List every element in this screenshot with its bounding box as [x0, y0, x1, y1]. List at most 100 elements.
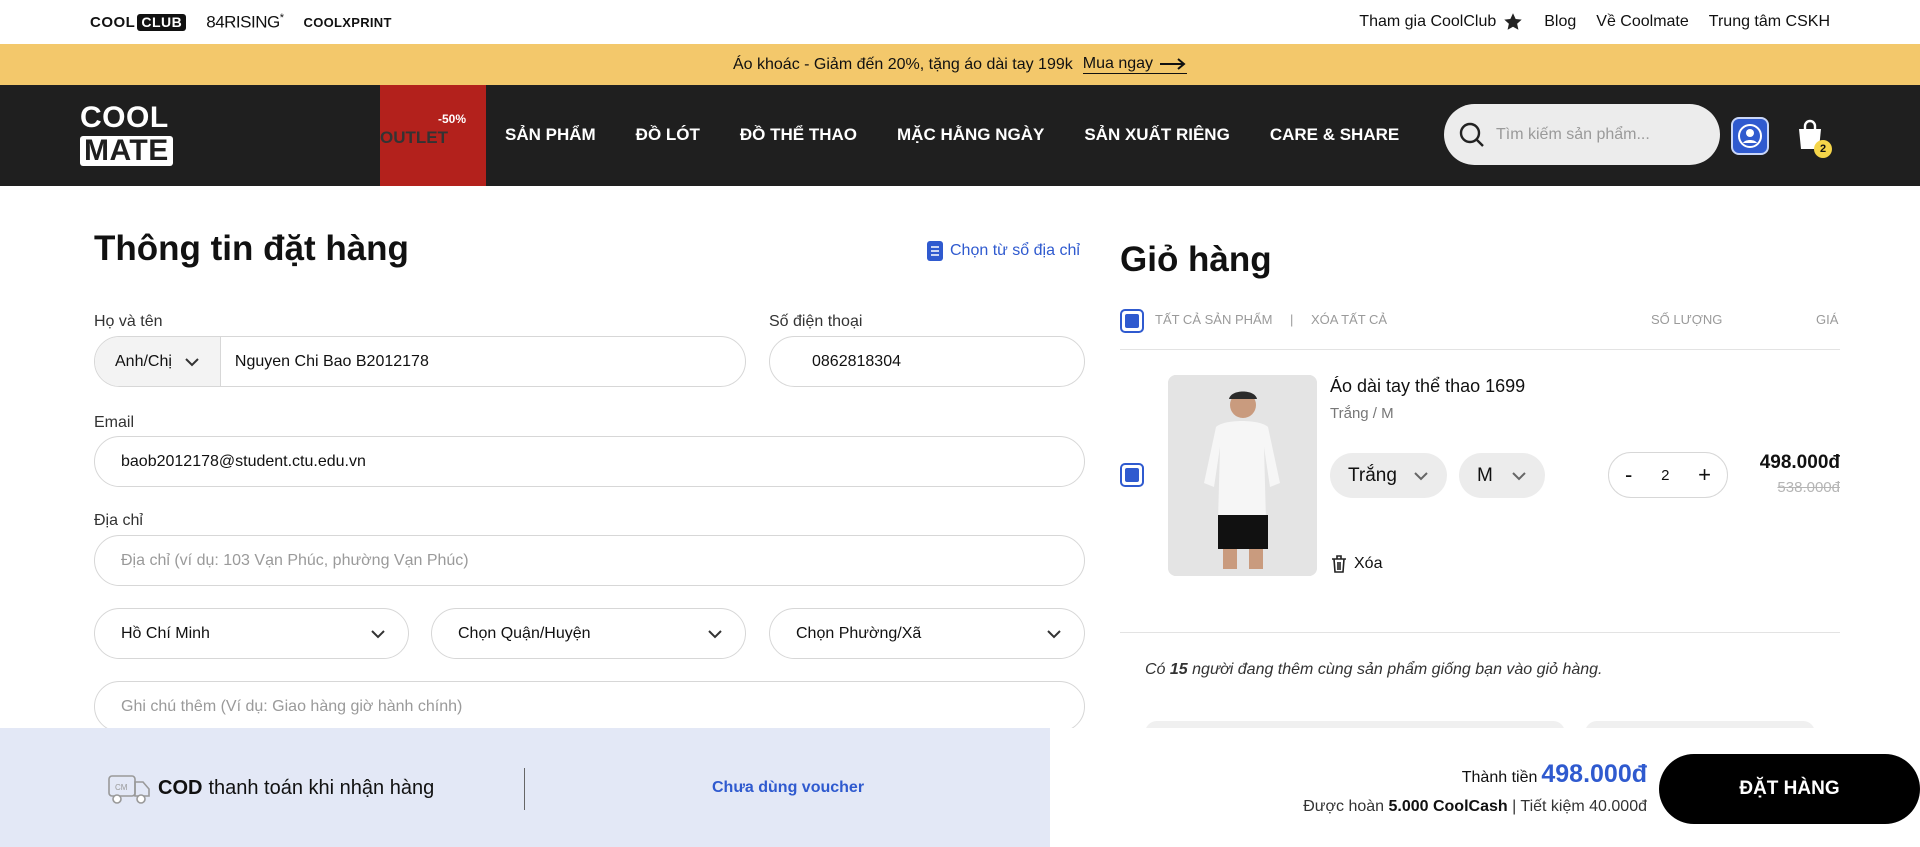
cashback-separator: |: [1512, 798, 1517, 815]
shop-now-label: Mua ngay: [1082, 55, 1154, 72]
remove-item-button[interactable]: Xóa: [1330, 554, 1382, 574]
coolclub-brand-link[interactable]: COOL CLUB: [90, 13, 187, 31]
item-checkbox[interactable]: [1120, 463, 1144, 487]
note-prefix: Có: [1145, 661, 1166, 678]
district-select[interactable]: Chọn Quận/Huyện: [431, 608, 746, 659]
outlet-menu-item[interactable]: -50% OUTLET: [380, 85, 486, 186]
main-nav: COOL MATE -50% OUTLET SẢN PHẨM ĐỒ LÓT ĐỒ…: [0, 85, 1920, 186]
84rising-text: 84RISING: [206, 12, 280, 32]
logo-line-1: COOL: [80, 101, 169, 134]
ward-select[interactable]: Chọn Phường/Xã: [769, 608, 1085, 659]
address-input[interactable]: [121, 551, 1084, 570]
place-order-button[interactable]: ĐẶT HÀNG: [1659, 754, 1920, 824]
item-old-price: 538.000đ: [1777, 479, 1840, 496]
join-coolclub-label: Tham gia CoolClub: [1359, 13, 1497, 30]
coolmate-logo[interactable]: COOL MATE: [80, 103, 176, 166]
menu-item-care-share[interactable]: CARE & SHARE: [1270, 125, 1399, 145]
product-name[interactable]: Áo dài tay thể thao 1699: [1330, 376, 1525, 397]
city-value: Hồ Chí Minh: [121, 624, 210, 642]
savings-text: Tiết kiệm 40.000đ: [1520, 798, 1647, 815]
note-count: 15: [1169, 661, 1188, 678]
cart-divider: [1120, 349, 1840, 350]
ward-value: Chọn Phường/Xã: [796, 624, 922, 642]
item-price: 498.000đ: [1759, 452, 1840, 473]
cart-count-badge: 2: [1814, 140, 1832, 158]
svg-text:CM: CM: [115, 783, 128, 792]
support-center-link[interactable]: Trung tâm CSKH: [1709, 13, 1830, 31]
total-amount: 498.000đ: [1541, 760, 1647, 788]
cashback-prefix: Được hoàn: [1303, 798, 1385, 815]
user-icon: [1737, 123, 1763, 149]
star-icon: [1502, 11, 1524, 33]
logo-line-2: MATE: [80, 136, 173, 166]
note-suffix: người đang thêm cùng sản phẩm giống bạn …: [1192, 661, 1603, 678]
84rising-brand-link[interactable]: 84RISING*: [206, 12, 284, 33]
phone-field: [769, 336, 1085, 387]
menu-item-everyday[interactable]: MẶC HẰNG NGÀY: [897, 125, 1044, 145]
select-all-label[interactable]: TẤT CẢ SẢN PHẨM: [1155, 312, 1273, 327]
salutation-value: Anh/Chị: [115, 352, 172, 370]
address-book-icon: [926, 240, 944, 262]
brand-links: COOL CLUB 84RISING* COOLXPRINT: [90, 12, 392, 33]
account-button[interactable]: [1731, 117, 1769, 155]
product-image[interactable]: [1168, 375, 1317, 576]
outlet-label: OUTLET: [380, 128, 448, 147]
email-input[interactable]: [121, 452, 1084, 471]
city-select[interactable]: Hồ Chí Minh: [94, 608, 409, 659]
shop-now-link[interactable]: Mua ngay: [1082, 55, 1188, 74]
salutation-select[interactable]: Anh/Chị: [95, 337, 221, 386]
clear-all-button[interactable]: XÓA TẤT CẢ: [1311, 312, 1387, 327]
address-book-link[interactable]: Chọn từ sổ địa chỉ: [926, 240, 1080, 262]
note-field: [94, 681, 1085, 732]
outlet-discount: -50%: [437, 112, 466, 126]
cart-title: Giỏ hàng: [1120, 240, 1272, 279]
order-total: Thành tiền 498.000đ: [1462, 760, 1647, 789]
phone-input[interactable]: [812, 352, 1084, 371]
decrease-button[interactable]: -: [1625, 464, 1632, 486]
address-field: [94, 535, 1085, 586]
menu-item-products[interactable]: SẢN PHẨM: [505, 125, 596, 145]
cart-button[interactable]: 2: [1794, 118, 1832, 158]
quantity-value[interactable]: 2: [1661, 467, 1669, 484]
payment-method[interactable]: CM COD thanh toán khi nhận hàng: [106, 770, 434, 806]
top-bar: COOL CLUB 84RISING* COOLXPRINT Tham gia C…: [0, 0, 1920, 44]
address-label: Địa chỉ: [94, 512, 143, 529]
about-link[interactable]: Về Coolmate: [1596, 13, 1689, 31]
cashback-amount: 5.000 CoolCash: [1388, 798, 1508, 815]
menu-item-underwear[interactable]: ĐỒ LÓT: [636, 125, 700, 145]
note-input[interactable]: [121, 697, 1084, 716]
district-value: Chọn Quận/Huyện: [458, 624, 591, 642]
cashback-info: Được hoàn 5.000 CoolCash | Tiết kiệm 40.…: [1303, 798, 1647, 816]
top-links: Tham gia CoolClub Blog Về Coolmate Trung…: [1359, 11, 1830, 33]
delivery-truck-icon: CM: [106, 770, 152, 806]
select-all-checkbox[interactable]: [1120, 309, 1144, 333]
nav-menu: SẢN PHẨM ĐỒ LÓT ĐỒ THỂ THAO MẶC HẰNG NGÀ…: [505, 125, 1399, 145]
size-value: M: [1477, 464, 1493, 486]
quantity-stepper: - 2 +: [1608, 452, 1728, 498]
coolxprint-brand-link[interactable]: COOLXPRINT: [304, 15, 392, 30]
footer-separator: [524, 768, 525, 810]
promo-banner: Áo khoác - Giảm đến 20%, tặng áo dài tay…: [0, 44, 1920, 85]
search-input[interactable]: [1496, 125, 1696, 144]
increase-button[interactable]: +: [1698, 464, 1711, 486]
address-book-label: Chọn từ sổ địa chỉ: [950, 242, 1080, 259]
quantity-header: SỐ LƯỢNG: [1651, 312, 1723, 327]
size-select[interactable]: M: [1459, 453, 1545, 498]
menu-item-sportswear[interactable]: ĐỒ THỂ THAO: [740, 125, 857, 145]
voucher-button[interactable]: Chưa dùng voucher: [712, 779, 864, 797]
header-separator: |: [1290, 312, 1294, 327]
search-icon: [1458, 121, 1486, 149]
color-value: Trắng: [1348, 464, 1397, 486]
chevron-down-icon: [707, 629, 723, 639]
chevron-down-icon: [1511, 471, 1527, 481]
color-select[interactable]: Trắng: [1330, 453, 1447, 498]
email-label: Email: [94, 414, 135, 431]
menu-item-custom[interactable]: SẢN XUẤT RIÊNG: [1084, 125, 1229, 145]
trash-icon: [1330, 554, 1348, 574]
order-info-title: Thông tin đặt hàng: [94, 229, 409, 268]
blog-link[interactable]: Blog: [1544, 13, 1576, 31]
phone-label: Số điện thoại: [769, 313, 863, 330]
join-coolclub-link[interactable]: Tham gia CoolClub: [1359, 11, 1524, 33]
full-name-input[interactable]: [234, 352, 745, 371]
search-box[interactable]: [1444, 104, 1720, 165]
